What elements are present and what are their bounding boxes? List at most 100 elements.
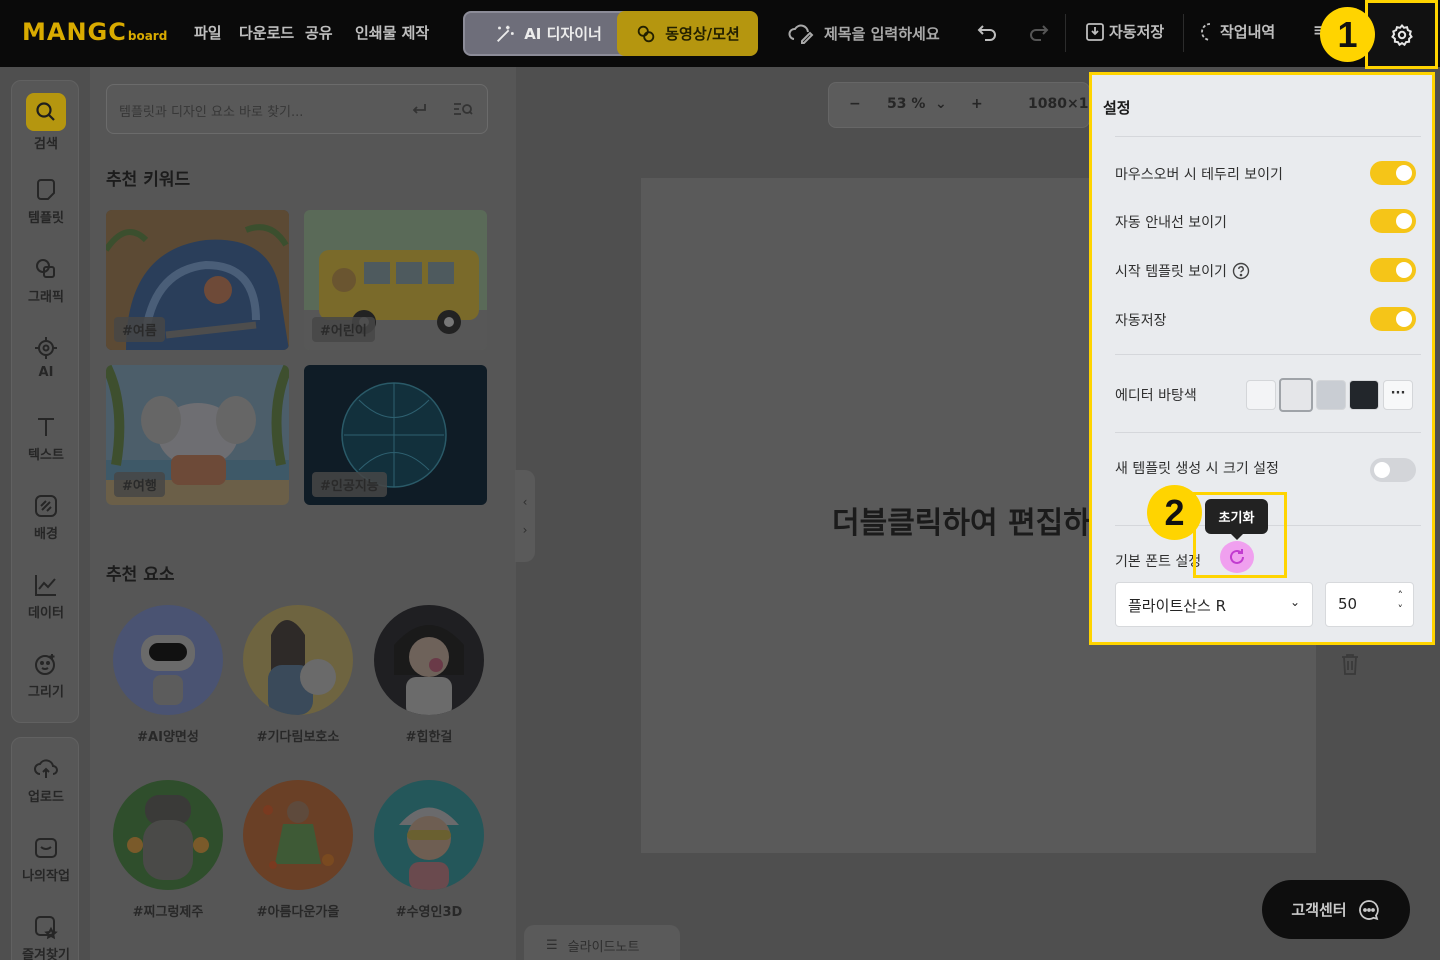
keyword-card-summer[interactable]: #여름	[106, 210, 289, 350]
zoom-out-icon[interactable]: −	[849, 96, 861, 112]
sidebar-item-draw[interactable]: 그리기	[12, 651, 80, 700]
favorite-icon	[35, 916, 58, 940]
history-label: 작업내역	[1220, 23, 1276, 41]
hip-girl-illustration	[394, 625, 464, 715]
element-hip-girl[interactable]	[374, 605, 484, 715]
tool-rail-bottom: 업로드 나의작업 즐겨찾기	[11, 737, 79, 960]
bg-color-swatch-mid[interactable]	[1316, 380, 1346, 410]
bg-color-swatch-light[interactable]	[1246, 380, 1276, 410]
font-size-value: 50	[1338, 595, 1358, 613]
sidebar-item-graphic[interactable]: 그래픽	[12, 256, 80, 305]
edit-cloud-icon	[788, 24, 814, 44]
toggle-auto-guide[interactable]	[1370, 209, 1416, 233]
sidebar-item-ai[interactable]: AI	[12, 335, 80, 380]
step-badge-1: 1	[1320, 7, 1375, 62]
keyword-tag: #여행	[114, 472, 165, 497]
sidebar-item-label: 즐겨찾기	[22, 948, 70, 960]
redo-icon[interactable]	[1027, 21, 1051, 45]
slide-note-tab[interactable]: ☰ 슬라이드노트	[524, 925, 680, 960]
sidebar-item-data[interactable]: 데이터	[12, 572, 80, 621]
ai-chip-icon	[35, 337, 57, 359]
toggle-new-template-size[interactable]	[1370, 458, 1416, 482]
bg-color-swatch-gray-selected[interactable]	[1279, 378, 1313, 412]
stone-statue-illustration	[127, 795, 209, 880]
sidebar-item-favorite[interactable]: 즐겨찾기	[12, 914, 80, 960]
search-input[interactable]: 템플릿과 디자인 요소 바로 찾기...	[106, 84, 488, 134]
customer-center-button[interactable]: 고객센터	[1262, 880, 1410, 939]
keyword-card-travel[interactable]: #여행	[106, 365, 289, 505]
filter-search-icon[interactable]	[453, 100, 473, 118]
chevron-right-icon: ›	[522, 523, 528, 537]
list-icon: ☰	[546, 937, 558, 953]
keyword-card-ai[interactable]: #인공지능	[304, 365, 487, 505]
zoom-value[interactable]: 53 %	[887, 96, 925, 112]
settings-title: 설정	[1103, 99, 1131, 117]
undo-icon[interactable]	[975, 21, 999, 45]
menu-file[interactable]: 파일	[194, 22, 222, 43]
chevron-down-icon[interactable]: ⌄	[935, 96, 947, 112]
gear-icon	[1390, 23, 1413, 46]
element-label: #AI양면성	[137, 730, 199, 745]
sidebar-item-label: 그리기	[28, 685, 64, 700]
document-title-placeholder: 제목을 입력하세요	[824, 24, 940, 43]
trash-icon[interactable]	[1339, 652, 1361, 676]
setting-start-template-label: 시작 템플릿 보이기	[1115, 264, 1227, 280]
logo[interactable]: MANGC board	[22, 18, 167, 48]
font-size-stepper[interactable]: 50 ˄ ˅	[1325, 582, 1414, 627]
sidebar-item-background[interactable]: 배경	[12, 493, 80, 542]
swimmer-3d-illustration	[399, 807, 459, 890]
magic-wand-icon	[497, 25, 514, 42]
keyword-card-kids[interactable]: #어린이	[304, 210, 487, 350]
step-badge-2: 2	[1147, 485, 1202, 540]
divider	[1065, 14, 1066, 52]
autosave-button[interactable]: 자동저장	[1085, 21, 1164, 42]
menu-download[interactable]: 다운로드	[239, 22, 294, 43]
help-icon[interactable]	[1232, 262, 1250, 280]
canvas-size[interactable]: 1080×10	[1028, 96, 1098, 112]
sidebar-item-label: AI	[38, 365, 54, 380]
history-button[interactable]: 작업내역	[1198, 21, 1275, 42]
robot-illustration	[141, 635, 195, 705]
video-motion-icon	[638, 25, 655, 42]
setting-autosave-label: 자동저장	[1115, 313, 1167, 329]
sidebar-item-upload[interactable]: 업로드	[12, 756, 80, 805]
canvas-placeholder-text[interactable]: 더블클릭하여 편집하	[832, 498, 1091, 542]
keyword-tag: #여름	[114, 317, 165, 342]
element-autumn[interactable]	[243, 780, 353, 890]
zoom-in-icon[interactable]: +	[971, 96, 983, 112]
element-shelter[interactable]	[243, 605, 353, 715]
font-select[interactable]: 플라이트산스 R ⌄	[1115, 582, 1313, 627]
divider	[1115, 432, 1421, 433]
sidebar-item-my-work[interactable]: 나의작업	[12, 835, 80, 884]
element-label: #힙한걸	[405, 730, 453, 745]
panel-collapse-handle[interactable]: ‹ ›	[515, 470, 535, 562]
element-jeju[interactable]	[113, 780, 223, 890]
menu-share[interactable]: 공유	[305, 22, 333, 43]
document-title-input[interactable]: 제목을 입력하세요	[788, 20, 940, 46]
element-ai-duality[interactable]	[113, 605, 223, 715]
toggle-hover-border[interactable]	[1370, 161, 1416, 185]
settings-button[interactable]	[1365, 0, 1438, 69]
bg-color-swatch-dark[interactable]	[1349, 380, 1379, 410]
reset-font-button[interactable]	[1220, 541, 1254, 573]
new-template-size-label: 새 템플릿 생성 시 크기 설정	[1115, 461, 1279, 477]
divider	[1115, 354, 1421, 355]
toggle-start-template[interactable]	[1370, 258, 1416, 282]
element-swimmer[interactable]	[374, 780, 484, 890]
sidebar-item-template[interactable]: 템플릿	[12, 177, 80, 226]
refresh-icon	[1230, 549, 1244, 564]
stepper-arrows-icon[interactable]: ˄ ˅	[1398, 589, 1404, 617]
element-label: #아름다운가을	[256, 905, 340, 920]
ai-designer-button[interactable]: AI 디자이너	[463, 11, 633, 56]
toggle-autosave[interactable]	[1370, 307, 1416, 331]
sidebar-item-label: 템플릿	[28, 211, 64, 226]
zoom-bar: − 53 % ⌄ + 1080×10	[828, 82, 1098, 128]
sidebar-item-text[interactable]: 텍스트	[12, 414, 80, 463]
element-label: #기다림보호소	[256, 730, 340, 745]
menu-print[interactable]: 인쇄물 제작	[355, 22, 429, 43]
setting-hover-border-label: 마우스오버 시 테두리 보이기	[1115, 167, 1283, 183]
video-motion-button[interactable]: 동영상/모션	[617, 11, 758, 56]
bg-color-more-button[interactable]: ···	[1383, 380, 1413, 410]
enter-icon[interactable]	[410, 100, 428, 118]
sidebar-item-search[interactable]: 검색	[12, 93, 80, 152]
